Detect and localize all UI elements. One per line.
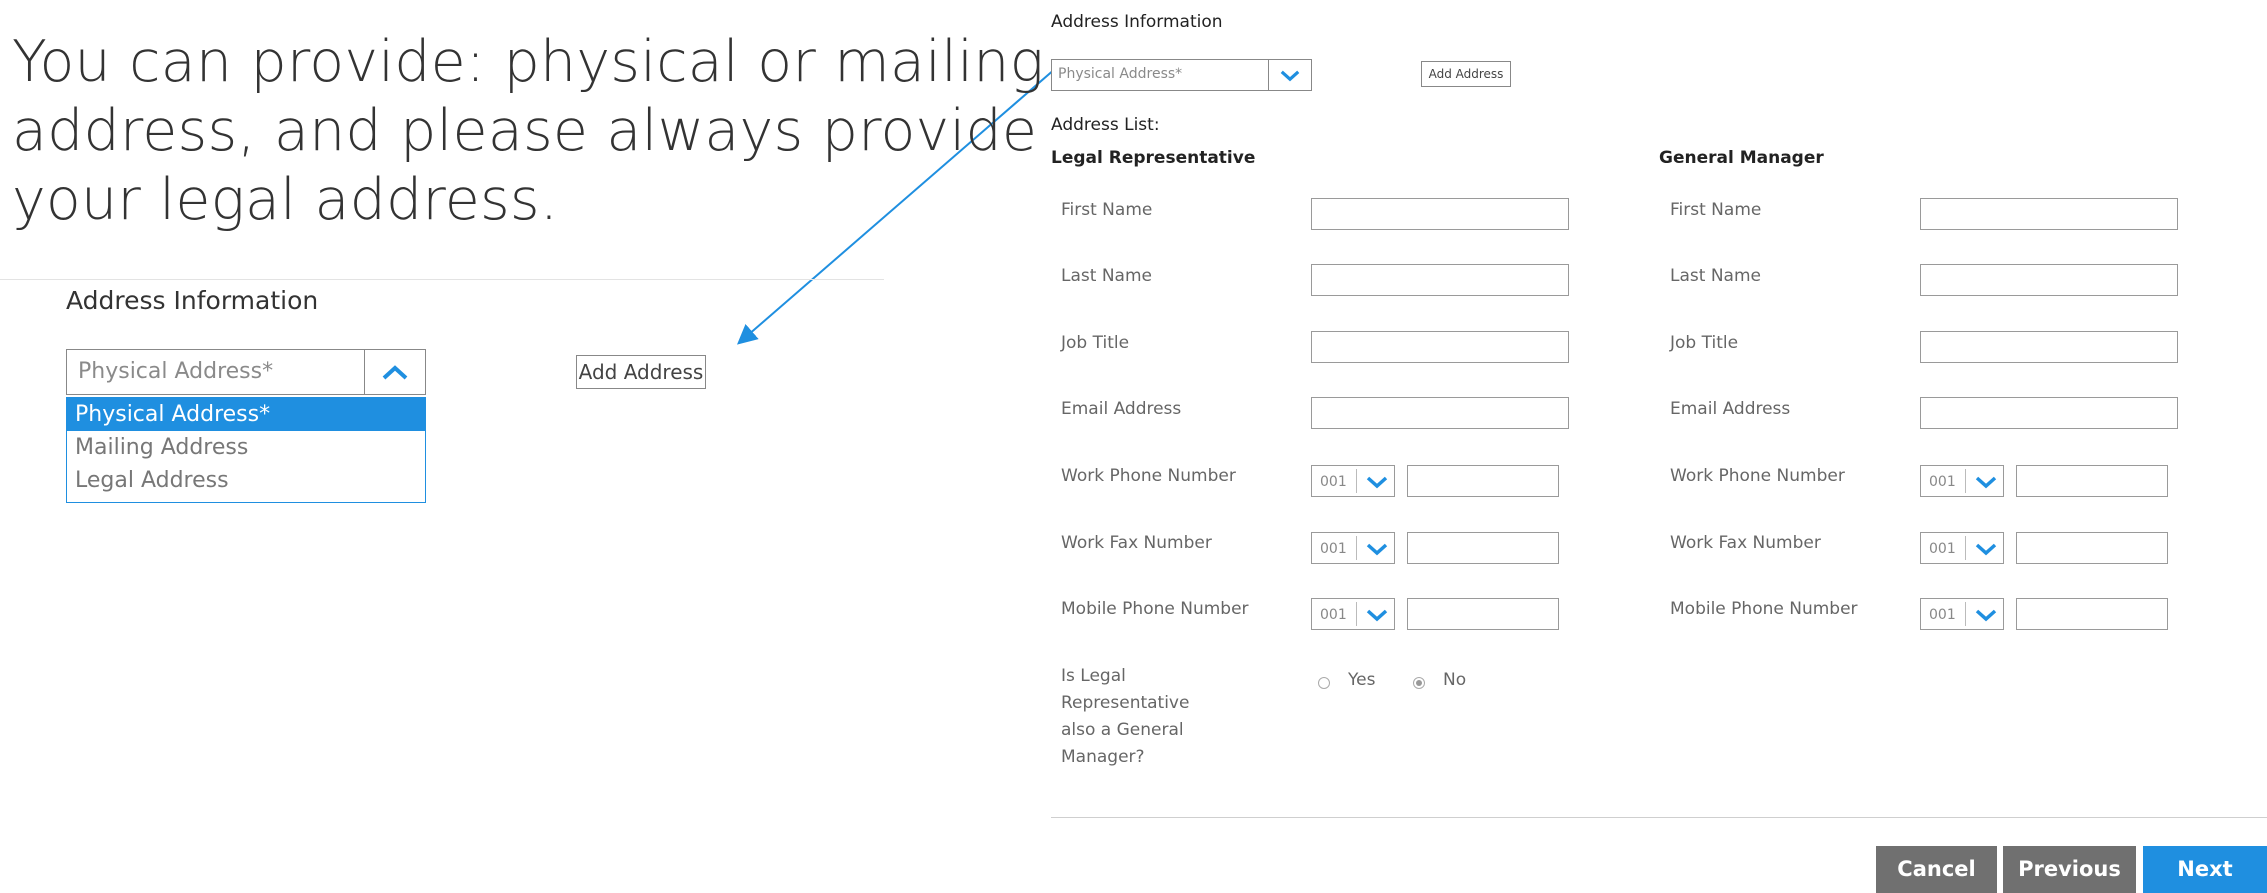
legal-last-name-input[interactable] [1311,264,1569,296]
dropdown-option-physical[interactable]: Physical Address* [67,398,425,431]
address-info-title: Address Information [1051,12,1223,32]
legal-email-label: Email Address [1061,399,1182,419]
previous-button[interactable]: Previous [2003,846,2136,893]
phone-code-value: 001 [1929,607,1956,623]
chevron-down-icon[interactable] [1365,608,1389,622]
question-line: Manager? [1061,747,1145,767]
address-type-value: Physical Address* [1058,66,1183,82]
legal-first-name-label: First Name [1061,200,1153,220]
zoom-address-type-select[interactable]: Physical Address* [66,349,426,395]
legal-mobile-phone-label: Mobile Phone Number [1061,599,1249,619]
legal-work-fax-input[interactable] [1407,532,1559,564]
legal-mobile-phone-input[interactable] [1407,598,1559,630]
next-button[interactable]: Next [2143,846,2267,893]
legal-work-phone-label: Work Phone Number [1061,466,1236,486]
legal-first-name-input[interactable] [1311,198,1569,230]
gm-mobile-phone-code-select[interactable]: 001 [1920,598,2004,630]
zoom-divider [0,279,884,280]
callout-line: your legal address. [12,167,559,233]
gm-email-label: Email Address [1670,399,1791,419]
gm-first-name-label: First Name [1670,200,1762,220]
yes-radio-label: Yes [1348,670,1376,690]
address-type-select[interactable]: Physical Address* [1051,59,1312,91]
cancel-button[interactable]: Cancel [1876,846,1997,893]
gm-mobile-phone-label: Mobile Phone Number [1670,599,1858,619]
address-list-label: Address List: [1051,115,1160,135]
phone-code-value: 001 [1320,474,1347,490]
phone-code-value: 001 [1929,474,1956,490]
gm-job-title-input[interactable] [1920,331,2178,363]
gm-job-title-label: Job Title [1670,333,1739,353]
chevron-down-icon[interactable] [1974,542,1998,556]
chevron-down-icon[interactable] [1268,60,1311,90]
no-radio[interactable] [1413,677,1425,689]
legal-work-fax-label: Work Fax Number [1061,533,1212,553]
legal-job-title-input[interactable] [1311,331,1569,363]
question-line: Representative [1061,693,1190,713]
add-address-button[interactable]: Add Address [1421,61,1511,87]
legal-work-phone-input[interactable] [1407,465,1559,497]
general-manager-heading: General Manager [1659,148,1824,168]
legal-work-phone-code-select[interactable]: 001 [1311,465,1395,497]
phone-code-value: 001 [1929,541,1956,557]
gm-email-input[interactable] [1920,397,2178,429]
phone-code-value: 001 [1320,607,1347,623]
gm-work-phone-input[interactable] [2016,465,2168,497]
gm-last-name-input[interactable] [1920,264,2178,296]
callout-text: You can provide: physical or mailing add… [12,28,1044,235]
gm-work-phone-label: Work Phone Number [1670,466,1845,486]
zoom-dropdown-list: Physical Address* Mailing Address Legal … [66,397,426,503]
gm-last-name-label: Last Name [1670,266,1761,286]
callout-line: You can provide: physical or mailing [12,29,1044,95]
legal-mobile-phone-code-select[interactable]: 001 [1311,598,1395,630]
legal-representative-heading: Legal Representative [1051,148,1256,168]
form-divider [1051,817,2267,818]
phone-code-value: 001 [1320,541,1347,557]
question-line: Is Legal [1061,666,1126,686]
zoom-section-title: Address Information [66,286,319,315]
legal-last-name-label: Last Name [1061,266,1152,286]
dropdown-option-mailing[interactable]: Mailing Address [67,431,425,464]
gm-first-name-input[interactable] [1920,198,2178,230]
gm-work-fax-code-select[interactable]: 001 [1920,532,2004,564]
gm-work-phone-code-select[interactable]: 001 [1920,465,2004,497]
zoom-select-value: Physical Address* [78,359,274,384]
dropdown-option-legal[interactable]: Legal Address [67,464,425,497]
chevron-down-icon[interactable] [1365,475,1389,489]
zoom-add-address-button[interactable]: Add Address [576,355,706,389]
gm-work-fax-label: Work Fax Number [1670,533,1821,553]
chevron-down-icon[interactable] [1365,542,1389,556]
chevron-down-icon[interactable] [1974,475,1998,489]
chevron-up-icon[interactable] [364,350,425,394]
legal-is-gm-question: Is Legal Representative also a General M… [1061,663,1211,771]
no-radio-label: No [1443,670,1467,690]
question-line: also a General [1061,720,1184,740]
yes-radio[interactable] [1318,677,1330,689]
gm-mobile-phone-input[interactable] [2016,598,2168,630]
gm-work-fax-input[interactable] [2016,532,2168,564]
callout-line: address, and please always provide [12,98,1038,164]
legal-email-input[interactable] [1311,397,1569,429]
legal-work-fax-code-select[interactable]: 001 [1311,532,1395,564]
chevron-down-icon[interactable] [1974,608,1998,622]
legal-job-title-label: Job Title [1061,333,1130,353]
